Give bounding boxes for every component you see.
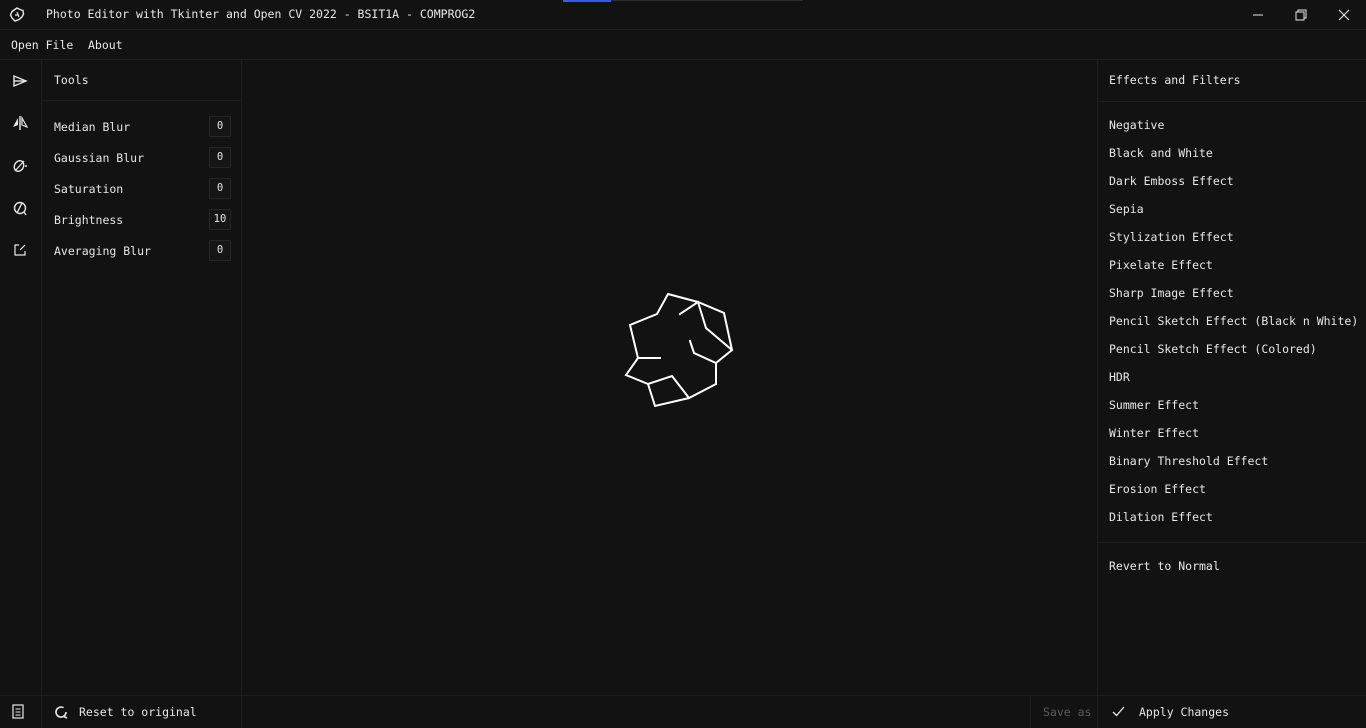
effect-sharp-image[interactable]: Sharp Image Effect [1109, 286, 1234, 300]
window-title: Photo Editor with Tkinter and Open CV 20… [46, 7, 476, 21]
tool-label: Brightness [54, 213, 124, 227]
tool-value-input[interactable]: 0 [209, 178, 231, 199]
save-as-label: Save as [1043, 705, 1092, 719]
effect-dilation[interactable]: Dilation Effect [1109, 510, 1213, 524]
minimize-button[interactable] [1237, 0, 1279, 30]
image-canvas[interactable] [242, 60, 1097, 695]
tool-brightness: Brightness 10 [42, 209, 242, 231]
effect-binary-threshold[interactable]: Binary Threshold Effect [1109, 454, 1268, 468]
effects-panel: Effects and Filters Negative Black and W… [1097, 60, 1366, 695]
effect-sepia[interactable]: Sepia [1109, 202, 1144, 216]
effect-negative[interactable]: Negative [1109, 118, 1164, 132]
tool-value-input[interactable]: 0 [209, 116, 231, 137]
eraser-icon [13, 160, 27, 172]
rail-filter-button[interactable] [11, 199, 29, 217]
app-logo-icon [624, 292, 734, 408]
reset-icon [55, 706, 68, 719]
restore-icon [1295, 9, 1307, 21]
tool-label: Median Blur [54, 120, 131, 134]
title-progress-track [611, 0, 803, 1]
effect-pencil-sketch-colored[interactable]: Pencil Sketch Effect (Colored) [1109, 342, 1317, 356]
title-progress-accent [563, 0, 611, 2]
revert-divider [1098, 542, 1366, 543]
tool-label: Gaussian Blur [54, 151, 145, 165]
rail-effects-button[interactable] [11, 72, 29, 90]
save-as-button[interactable]: Save as [1030, 696, 1097, 728]
tool-value-input[interactable]: 0 [209, 147, 231, 168]
close-button[interactable] [1323, 0, 1365, 30]
rail-edit-button[interactable] [11, 241, 29, 259]
menu-about[interactable]: About [88, 38, 123, 52]
effects-divider [1098, 101, 1366, 102]
tool-median-blur: Median Blur 0 [42, 116, 242, 138]
effect-winter[interactable]: Winter Effect [1109, 426, 1199, 440]
revert-to-normal-button[interactable]: Revert to Normal [1109, 559, 1220, 573]
checkmark-icon [1112, 706, 1125, 717]
app-icon [9, 7, 25, 22]
effects-title: Effects and Filters [1109, 73, 1241, 87]
tool-saturation: Saturation 0 [42, 178, 242, 200]
effect-black-and-white[interactable]: Black and White [1109, 146, 1213, 160]
apply-changes-label: Apply Changes [1139, 705, 1230, 719]
tool-value-input[interactable]: 10 [209, 209, 231, 230]
menu-open-file[interactable]: Open File [11, 38, 73, 52]
title-bar: Photo Editor with Tkinter and Open CV 20… [0, 0, 1366, 30]
tools-divider [42, 100, 241, 101]
effect-pencil-sketch-bw[interactable]: Pencil Sketch Effect (Black n White) [1109, 314, 1358, 328]
icon-rail [0, 60, 42, 728]
tools-title: Tools [54, 73, 89, 87]
rail-document-button[interactable] [0, 696, 42, 728]
effect-stylization[interactable]: Stylization Effect [1109, 230, 1234, 244]
menu-bar: Open File About [0, 30, 1366, 60]
filter-icon [13, 201, 27, 216]
effects-icon [13, 74, 28, 88]
tool-averaging-blur: Averaging Blur 0 [42, 240, 242, 262]
tool-value-input[interactable]: 0 [209, 240, 231, 261]
tool-label: Averaging Blur [54, 244, 151, 258]
rail-eraser-button[interactable] [11, 157, 29, 175]
restore-button[interactable] [1280, 0, 1322, 30]
effect-pixelate[interactable]: Pixelate Effect [1109, 258, 1213, 272]
close-icon [1338, 9, 1350, 21]
effect-hdr[interactable]: HDR [1109, 370, 1130, 384]
bottom-bar: Reset to original Save as Apply Changes [0, 695, 1366, 728]
tool-gaussian-blur: Gaussian Blur 0 [42, 147, 242, 169]
effect-summer[interactable]: Summer Effect [1109, 398, 1199, 412]
tool-label: Saturation [54, 182, 124, 196]
edit-icon [14, 244, 26, 256]
document-icon [12, 704, 24, 719]
minimize-icon [1253, 14, 1263, 16]
tools-panel: Tools Median Blur 0 Gaussian Blur 0 Satu… [42, 60, 242, 695]
mirror-icon [13, 115, 28, 130]
effect-dark-emboss[interactable]: Dark Emboss Effect [1109, 174, 1234, 188]
effect-erosion[interactable]: Erosion Effect [1109, 482, 1206, 496]
rail-mirror-button[interactable] [11, 114, 29, 132]
apply-changes-button[interactable]: Apply Changes [1097, 696, 1366, 728]
reset-label: Reset to original [79, 705, 197, 719]
reset-to-original-button[interactable]: Reset to original [42, 696, 242, 728]
